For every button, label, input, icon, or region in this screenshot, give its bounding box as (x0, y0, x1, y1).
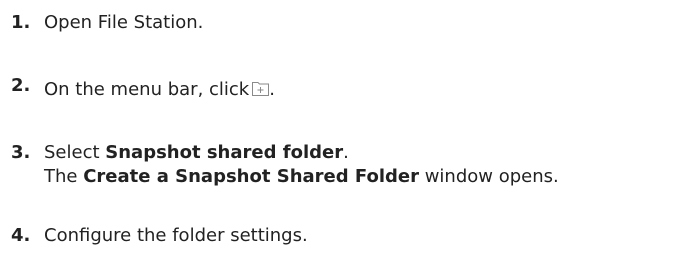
step-3-line-1: Select Snapshot shared folder. (44, 141, 559, 165)
steps-list: 1. Open File Station. 2. On the menu bar… (0, 0, 695, 255)
step-1: 1. Open File Station. (11, 11, 203, 35)
ui-term-snapshot-shared-folder: Snapshot shared folder (105, 142, 344, 163)
step-3: 3. Select Snapshot shared folder. The Cr… (11, 141, 559, 189)
create-folder-icon (252, 82, 270, 96)
ui-term-create-snapshot-window: Create a Snapshot Shared Folder (83, 166, 419, 187)
step-4: 4. Configure the folder settings. (11, 224, 308, 248)
step-text-before-icon: On the menu bar, click (44, 79, 250, 100)
step-2: 2. On the menu bar, click . (11, 75, 275, 102)
step-number: 1. (11, 12, 31, 33)
step-number: 3. (11, 142, 31, 163)
line-prefix: The (44, 166, 78, 187)
step-3-line-2: The Create a Snapshot Shared Folder wind… (44, 165, 559, 189)
step-text: Select Snapshot shared folder. The Creat… (44, 141, 559, 189)
step-number: 2. (11, 75, 31, 96)
step-number: 4. (11, 225, 31, 246)
step-text: Configure the folder settings. (44, 225, 308, 246)
step-text: Open File Station. (44, 12, 204, 33)
line-prefix: Select (44, 142, 100, 163)
step-text: On the menu bar, click . (44, 78, 275, 102)
step-text-after-icon: . (269, 79, 275, 100)
line-suffix: window opens. (424, 166, 559, 187)
line-suffix: . (343, 142, 349, 163)
